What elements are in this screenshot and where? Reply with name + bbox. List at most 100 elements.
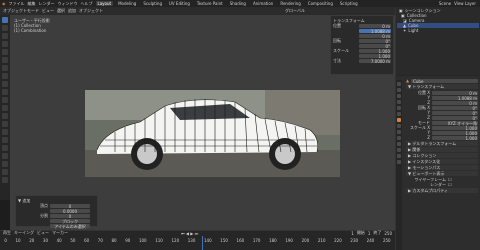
menu-add[interactable]: 追加 <box>68 8 76 14</box>
annotate-tool-icon[interactable] <box>2 65 8 71</box>
tab-scripting[interactable]: Scripting <box>338 1 360 6</box>
tab-rendering[interactable]: Rendering <box>278 1 302 6</box>
outliner-item[interactable]: ✦ Light <box>397 28 479 33</box>
tab-layout[interactable]: Layout <box>95 1 114 6</box>
rotation-x-field[interactable]: 0° <box>359 38 391 44</box>
outliner[interactable]: ▣ シーンコレクション ▣ Collection ◪ Camera ▲ Cube ✦ Li… <box>396 7 480 75</box>
shrink-tool-icon[interactable] <box>2 161 8 167</box>
move-tool-icon[interactable] <box>2 33 8 39</box>
object-name-field[interactable]: Cube <box>411 78 478 84</box>
cursor-tool-icon[interactable] <box>2 25 8 31</box>
scene-tab-icon[interactable] <box>397 106 401 110</box>
end-frame-field[interactable]: 250 <box>384 231 395 236</box>
section-collections[interactable]: ▶ コレクション <box>406 153 478 158</box>
smooth-tool-icon[interactable] <box>2 145 8 151</box>
operator-checkbox[interactable]: アイテムのみ選択 <box>50 223 90 229</box>
prop-field[interactable]: 1.000 <box>432 135 478 141</box>
location-x-field[interactable]: 0 m <box>359 23 391 29</box>
section-instancing[interactable]: ▶ インスタンス化 <box>406 159 478 164</box>
prop-field[interactable]: 0° <box>432 110 478 116</box>
menu-render[interactable]: レンダー <box>39 1 55 7</box>
tab-texture-paint[interactable]: Texture Paint <box>195 1 225 6</box>
transform-tool-icon[interactable] <box>2 57 8 63</box>
material-tab-icon[interactable] <box>397 154 401 158</box>
prop-field[interactable]: 1.000 <box>432 130 478 136</box>
menu-select[interactable]: 選択 <box>57 8 65 14</box>
render-tab-icon[interactable] <box>397 88 401 92</box>
operator-value-field[interactable]: 0.0000 <box>50 208 90 214</box>
menu-window[interactable]: ウィンドウ <box>58 1 78 7</box>
knife-tool-icon[interactable] <box>2 121 8 127</box>
data-tab-icon[interactable] <box>397 148 401 152</box>
operator-value-field[interactable]: 0 <box>50 203 90 209</box>
menu-help[interactable]: ヘルプ <box>81 1 93 7</box>
tab-compositing[interactable]: Compositing <box>306 1 335 6</box>
tab-animation[interactable]: Animation <box>251 1 275 6</box>
shear-tool-icon[interactable] <box>2 169 8 175</box>
menu-file[interactable]: ファイル <box>9 1 25 7</box>
dimensions-field[interactable]: 7.0000 m <box>359 58 391 64</box>
prop-field[interactable]: 1.0088 m <box>432 95 478 101</box>
section-relations[interactable]: ▶ 関係 <box>406 147 478 152</box>
checkbox-icon[interactable]: ☐ <box>448 182 452 187</box>
timeline-menu-keying[interactable]: キーイング <box>14 230 34 236</box>
edge-slide-tool-icon[interactable] <box>2 153 8 159</box>
view-layer-tab-icon[interactable] <box>397 100 401 104</box>
add-cube-tool-icon[interactable] <box>2 81 8 87</box>
timeline-menu-playback[interactable]: 再生 <box>3 230 11 236</box>
prop-field[interactable]: 0 m <box>432 90 478 96</box>
physics-tab-icon[interactable] <box>397 136 401 140</box>
scene-name[interactable]: Scene <box>439 1 451 6</box>
modifier-tab-icon[interactable] <box>397 124 401 128</box>
operator-value-field[interactable]: ブロック <box>50 218 90 224</box>
reference-image[interactable] <box>85 90 340 177</box>
menu-object[interactable]: オブジェクト <box>79 8 103 14</box>
prop-field[interactable]: 0 m <box>432 100 478 106</box>
texture-tab-icon[interactable] <box>397 160 401 164</box>
timeline-menu-marker[interactable]: マーカー <box>52 230 68 236</box>
start-frame-field[interactable]: 1 <box>368 231 371 236</box>
menu-view[interactable]: ビュー <box>42 8 54 14</box>
tab-sculpting[interactable]: Sculpting <box>141 1 164 6</box>
play-controls-icon[interactable]: ⏮ ◀ ▶ ⏭ <box>181 231 198 236</box>
measure-tool-icon[interactable] <box>2 73 8 79</box>
scale-x-field[interactable]: 1.000 <box>359 48 391 54</box>
rotation-y-field[interactable]: 0° <box>359 43 391 49</box>
poly-build-tool-icon[interactable] <box>2 129 8 135</box>
current-frame-field[interactable]: 1 <box>351 231 354 236</box>
rotate-tool-icon[interactable] <box>2 41 8 47</box>
view-layer-name[interactable]: View Layer <box>454 1 480 6</box>
menu-edit[interactable]: 編集 <box>28 1 36 7</box>
extrude-tool-icon[interactable] <box>2 89 8 95</box>
world-tab-icon[interactable] <box>397 112 401 116</box>
particles-tab-icon[interactable] <box>397 130 401 134</box>
scale-tool-icon[interactable] <box>2 49 8 55</box>
section-motion-paths[interactable]: ▶ モーションパス <box>406 165 478 170</box>
prop-field[interactable]: 0° <box>432 105 478 111</box>
output-tab-icon[interactable] <box>397 94 401 98</box>
constraints-tab-icon[interactable] <box>397 142 401 146</box>
tool-tab-icon[interactable] <box>397 82 401 86</box>
object-tab-icon[interactable] <box>397 118 401 122</box>
rotation-mode-dropdown[interactable]: XYZ オイラー角 <box>432 120 478 126</box>
bevel-tool-icon[interactable] <box>2 105 8 111</box>
rip-tool-icon[interactable] <box>2 177 8 183</box>
transform-orientation[interactable]: グローバル <box>285 8 305 14</box>
scale-y-field[interactable]: 1.000 <box>359 53 391 59</box>
section-viewport-display[interactable]: ▼ ビューポート表示 <box>406 171 478 176</box>
timeline-menu-view[interactable]: ビュー <box>37 230 49 236</box>
operator-value-field[interactable]: 0 <box>50 213 90 219</box>
spin-tool-icon[interactable] <box>2 137 8 143</box>
prop-field[interactable]: 0° <box>432 115 478 121</box>
prop-field[interactable]: 1.000 <box>432 125 478 131</box>
tab-modeling[interactable]: Modeling <box>116 1 138 6</box>
inset-tool-icon[interactable] <box>2 97 8 103</box>
section-delta-transform[interactable]: ▶ デルタトランスフォーム <box>406 141 478 146</box>
timeline-ruler[interactable]: 0 10 20 30 40 50 60 70 80 90 100 110 120… <box>0 238 395 243</box>
location-z-field[interactable]: 0 m <box>359 33 391 39</box>
location-y-field[interactable]: 1.0088 m <box>359 28 391 34</box>
section-transform[interactable]: ▼ トランスフォーム <box>406 84 478 89</box>
loop-cut-tool-icon[interactable] <box>2 113 8 119</box>
tab-uv-editing[interactable]: UV Editing <box>167 1 192 6</box>
section-custom-properties[interactable]: ▶ カスタムプロパティ <box>406 188 478 193</box>
